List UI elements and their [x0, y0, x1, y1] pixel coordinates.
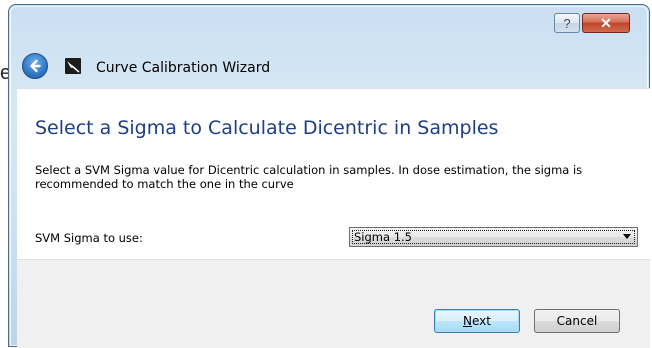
page-description: Select a SVM Sigma value for Dicentric c… — [35, 163, 583, 191]
app-icon — [65, 58, 81, 74]
wizard-footer: Next Cancel — [17, 259, 650, 348]
wizard-page: Select a Sigma to Calculate Dicentric in… — [17, 88, 650, 259]
next-mnemonic: N — [463, 314, 472, 328]
window-title: Curve Calibration Wizard — [96, 60, 271, 76]
close-button[interactable]: ✕ — [582, 13, 630, 33]
page-heading: Select a Sigma to Calculate Dicentric in… — [35, 117, 499, 139]
sigma-selected-value: Sigma 1.5 — [354, 230, 412, 244]
back-button[interactable] — [22, 53, 48, 79]
sigma-label: SVM Sigma to use: — [35, 231, 143, 245]
sigma-dropdown[interactable]: Sigma 1.5 — [349, 227, 638, 247]
next-button[interactable]: Next — [434, 309, 520, 333]
cancel-button[interactable]: Cancel — [534, 309, 620, 333]
next-label: ext — [472, 314, 491, 328]
chevron-down-icon — [623, 234, 631, 239]
back-arrow-icon — [30, 59, 41, 73]
help-button[interactable]: ? — [554, 13, 580, 33]
